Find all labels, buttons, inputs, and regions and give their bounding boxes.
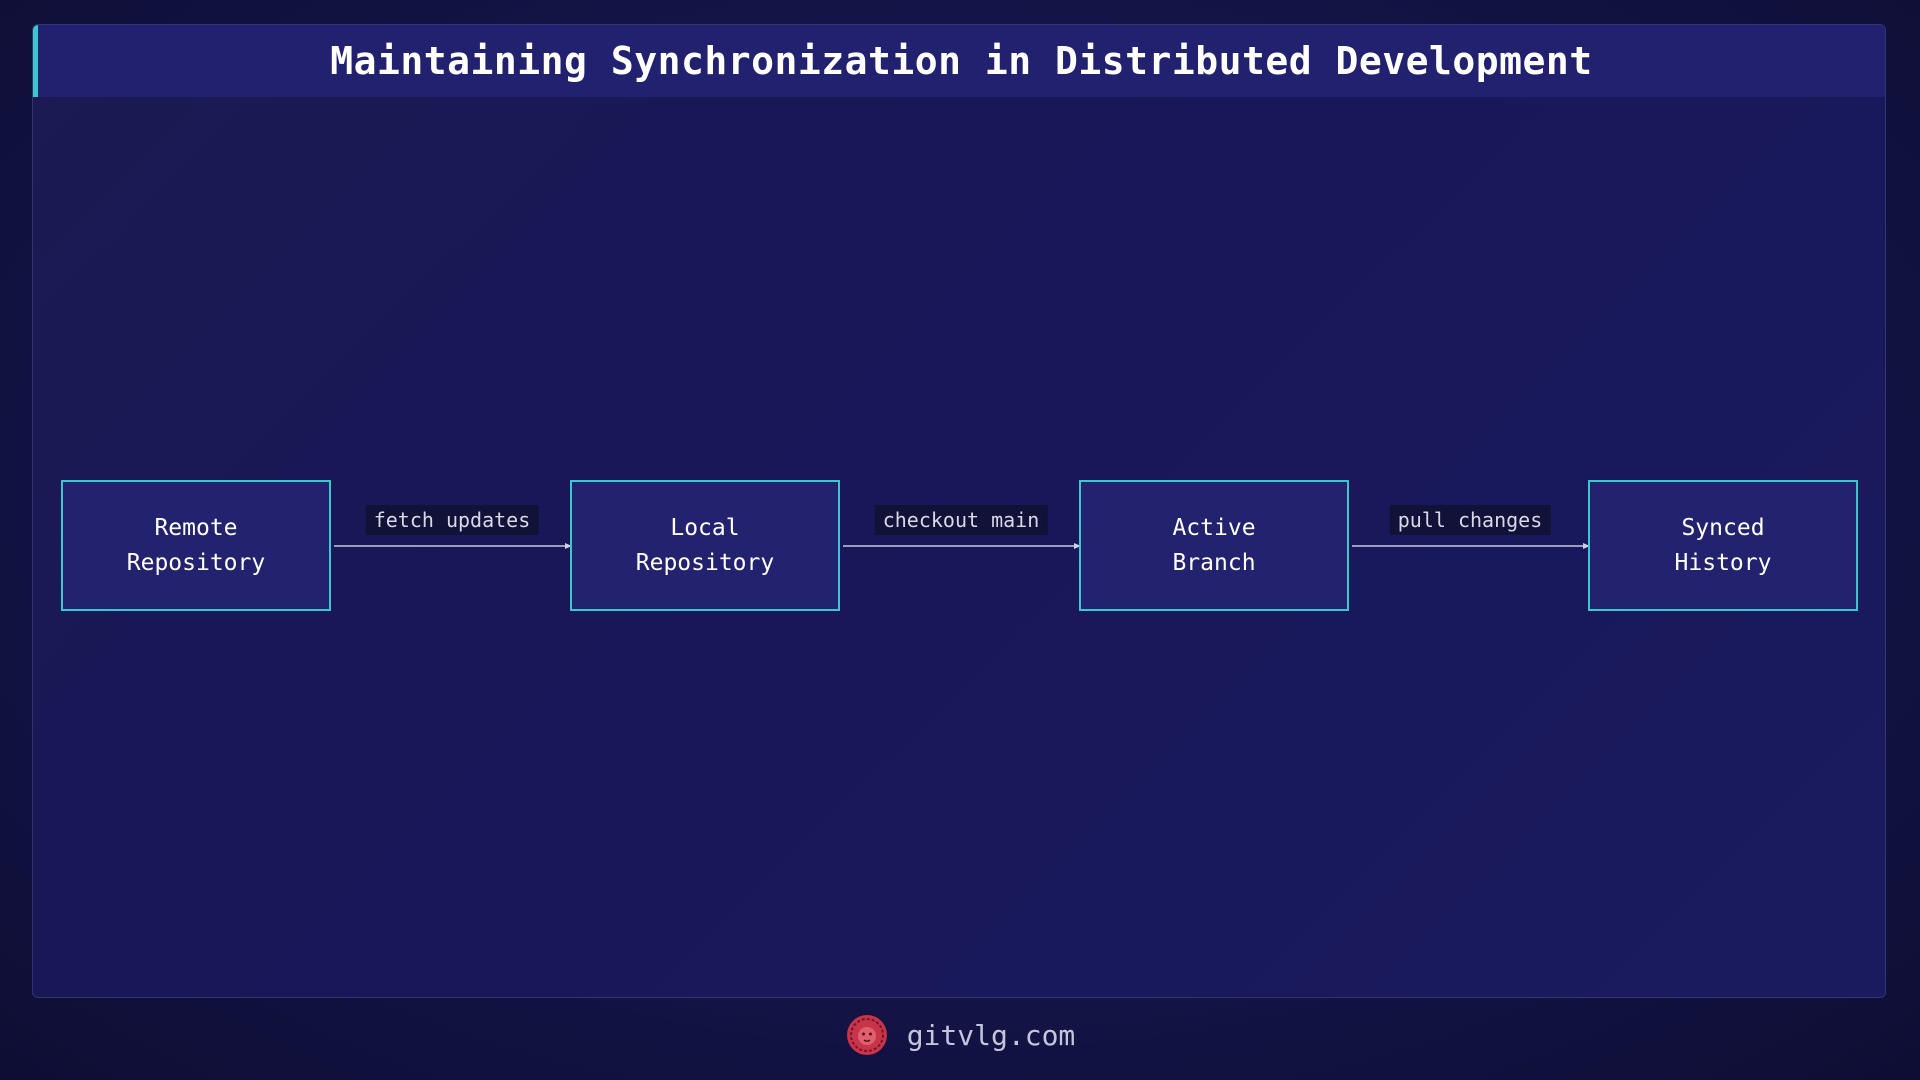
node-label: Local Repository [635,514,775,576]
edge-label-pull-changes: pull changes [1389,505,1551,535]
node-label: Synced History [1674,514,1772,576]
node-local-repository: Local Repository [570,480,840,611]
node-label: Active Branch [1172,514,1256,576]
edge-label-fetch-updates: fetch updates [365,505,539,535]
lion-logo-icon [846,1015,887,1055]
node-synced-history: Synced History [1588,480,1858,611]
page-title: Maintaining Synchronization in Distribut… [330,39,1593,83]
title-bar: Maintaining Synchronization in Distribut… [33,25,1885,97]
edge-label-checkout-main: checkout main [874,505,1048,535]
node-label: Remote Repository [126,514,266,576]
page: Maintaining Synchronization in Distribut… [0,0,1920,1080]
diagram-panel: Maintaining Synchronization in Distribut… [32,24,1886,998]
footer-site-link[interactable]: gitvlg.com [907,1019,1076,1052]
footer: gitvlg.com [0,1010,1920,1060]
node-active-branch: Active Branch [1079,480,1349,611]
node-remote-repository: Remote Repository [61,480,331,611]
